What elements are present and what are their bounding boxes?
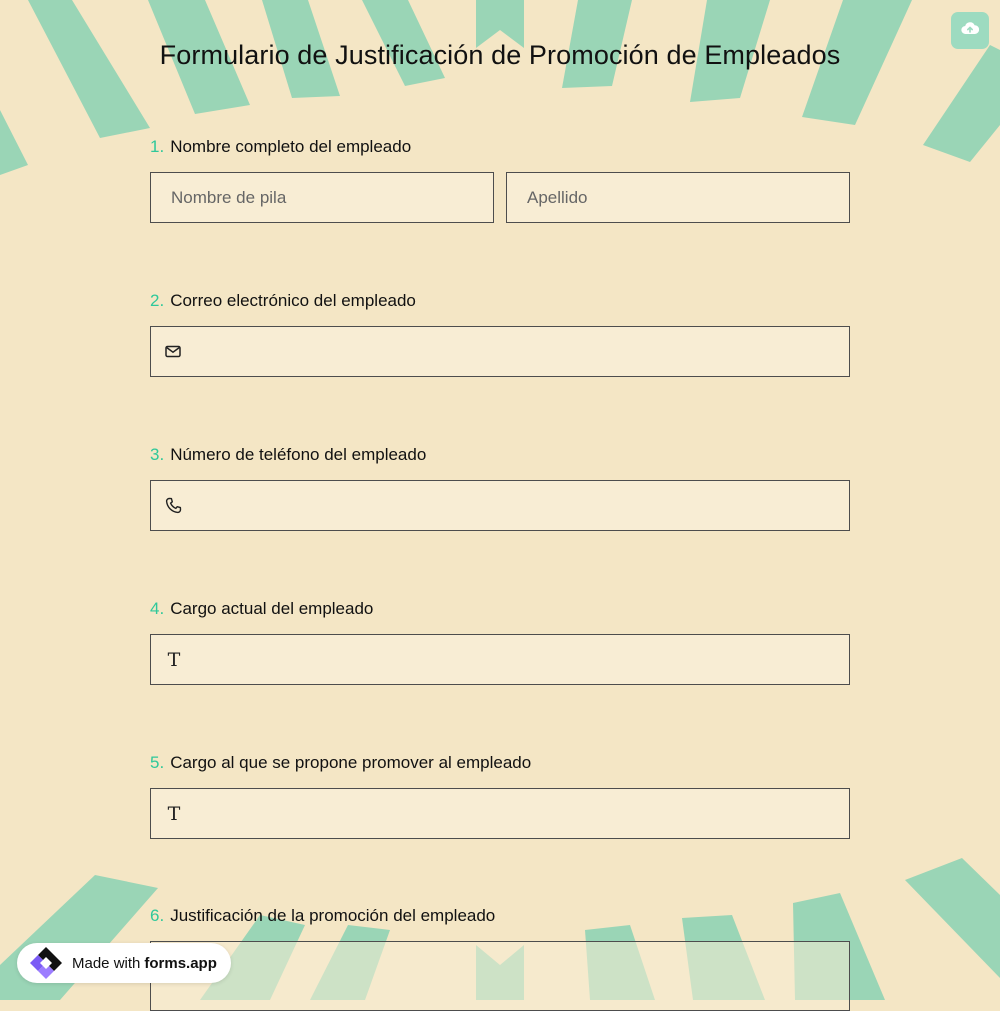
question-justification: 6. Justificación de la promoción del empl… bbox=[150, 905, 850, 1011]
question-label: 2. Correo electrónico del empleado bbox=[150, 290, 850, 312]
question-number: 3. bbox=[150, 445, 165, 464]
question-email: 2. Correo electrónico del empleado bbox=[150, 290, 850, 377]
justification-textarea[interactable] bbox=[150, 941, 850, 1011]
question-text: Cargo actual del empleado bbox=[170, 599, 374, 618]
question-text: Número de teléfono del empleado bbox=[170, 445, 427, 464]
phone-input[interactable] bbox=[188, 481, 849, 530]
current-position-field[interactable]: T bbox=[150, 634, 850, 685]
cloud-upload-icon bbox=[961, 21, 980, 40]
question-number: 5. bbox=[150, 753, 165, 772]
text-icon: T bbox=[167, 802, 181, 825]
mail-icon bbox=[164, 343, 182, 361]
phone-field[interactable] bbox=[150, 480, 850, 531]
question-label: 4. Cargo actual del empleado bbox=[150, 598, 850, 620]
forms-app-logo-icon bbox=[26, 945, 66, 981]
email-input[interactable] bbox=[188, 327, 849, 376]
badge-brand: forms.app bbox=[144, 954, 217, 972]
proposed-position-field[interactable]: T bbox=[150, 788, 850, 839]
page-title: Formulario de Justificación de Promoción… bbox=[159, 40, 841, 70]
save-progress-button[interactable] bbox=[951, 12, 989, 49]
question-number: 4. bbox=[150, 599, 165, 618]
question-label: 1. Nombre completo del empleado bbox=[150, 136, 850, 158]
question-number: 1. bbox=[150, 137, 165, 156]
question-label: 5. Cargo al que se propone promover al em… bbox=[150, 752, 850, 774]
last-name-input[interactable] bbox=[507, 173, 849, 222]
phone-icon bbox=[164, 497, 182, 515]
question-label: 6. Justificación de la promoción del empl… bbox=[150, 905, 850, 927]
first-name-input[interactable] bbox=[151, 173, 493, 222]
question-text: Nombre completo del empleado bbox=[170, 137, 412, 156]
question-text: Cargo al que se propone promover al empl… bbox=[170, 753, 532, 772]
question-number: 6. bbox=[150, 906, 165, 925]
email-field[interactable] bbox=[150, 326, 850, 377]
first-name-field[interactable] bbox=[150, 172, 494, 223]
question-text: Correo electrónico del empleado bbox=[170, 291, 416, 310]
question-proposed-position: 5. Cargo al que se propone promover al em… bbox=[150, 752, 850, 839]
proposed-position-input[interactable] bbox=[189, 789, 849, 838]
question-full-name: 1. Nombre completo del empleado bbox=[150, 136, 850, 223]
question-phone: 3. Número de teléfono del empleado bbox=[150, 444, 850, 531]
question-text: Justificación de la promoción del emplea… bbox=[170, 906, 496, 925]
current-position-input[interactable] bbox=[189, 635, 849, 684]
badge-prefix: Made with bbox=[72, 954, 141, 972]
question-current-position: 4. Cargo actual del empleado T bbox=[150, 598, 850, 685]
made-with-badge[interactable]: Made with forms.app bbox=[17, 943, 231, 983]
question-number: 2. bbox=[150, 291, 165, 310]
text-icon: T bbox=[167, 648, 181, 671]
last-name-field[interactable] bbox=[506, 172, 850, 223]
question-label: 3. Número de teléfono del empleado bbox=[150, 444, 850, 466]
